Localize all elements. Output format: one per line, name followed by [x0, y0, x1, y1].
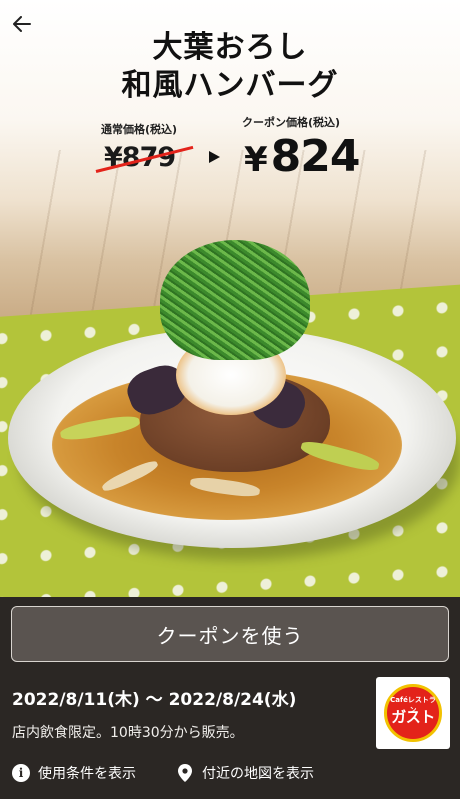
info-icon: i	[12, 764, 30, 782]
map-pin-icon	[178, 764, 192, 782]
coupon-note: 店内飲食限定。10時30分から販売。	[12, 725, 244, 741]
hero-image: 大葉おろし 和風ハンバーグ 通常価格(税込) ¥879 クーポン価格(税込) ¥…	[0, 0, 460, 597]
logo-disc: Caféレストラン ガスト	[384, 684, 442, 742]
coupon-period: 2022/8/11(木) 〜 2022/8/24(水)	[12, 690, 297, 710]
show-conditions-label: 使用条件を表示	[38, 766, 136, 782]
shiso-leaves	[160, 240, 310, 360]
show-map-link[interactable]: 付近の地図を表示	[178, 763, 314, 783]
coupon-price: ¥824	[244, 131, 361, 182]
links-row: i 使用条件を表示 付近の地図を表示	[0, 763, 460, 791]
coupon-panel: クーポンを使う 2022/8/11(木) 〜 2022/8/24(水) 店内飲食…	[0, 597, 460, 799]
coupon-price-label: クーポン価格(税込)	[242, 116, 341, 129]
show-map-label: 付近の地図を表示	[202, 766, 314, 782]
regular-price-label: 通常価格(税込)	[101, 123, 178, 136]
logo-small-text: Caféレストラン	[390, 696, 436, 714]
gusto-logo: Caféレストラン ガスト	[376, 677, 450, 749]
coupon-price-yen: ¥	[244, 140, 268, 180]
triangle-arrow-icon	[209, 151, 220, 163]
show-conditions-link[interactable]: i 使用条件を表示	[12, 763, 136, 783]
use-coupon-button[interactable]: クーポンを使う	[11, 606, 449, 662]
coupon-price-value: 824	[270, 131, 361, 182]
product-title-line2: 和風ハンバーグ	[121, 68, 339, 103]
